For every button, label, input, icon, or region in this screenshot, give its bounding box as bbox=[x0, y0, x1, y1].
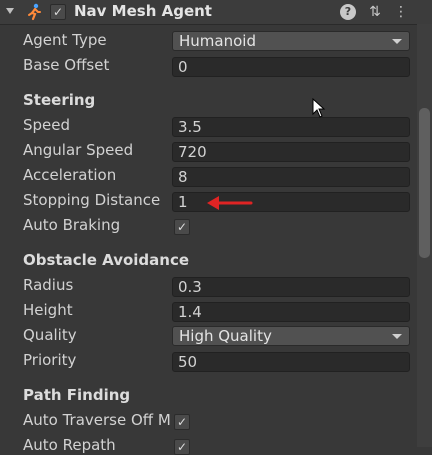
foldout-arrow-icon[interactable] bbox=[6, 8, 14, 14]
acceleration-field[interactable]: 8 bbox=[172, 167, 410, 187]
help-icon[interactable]: ? bbox=[340, 4, 356, 20]
red-arrow-annotation bbox=[207, 196, 253, 210]
agent-type-dropdown[interactable]: Humanoid bbox=[172, 31, 410, 51]
quality-label: Quality bbox=[23, 326, 77, 344]
obstacle-avoidance-header: Obstacle Avoidance bbox=[23, 251, 190, 269]
component-header[interactable]: ✓ Nav Mesh Agent ? ⇅ ⋮ bbox=[0, 0, 432, 25]
height-field[interactable]: 1.4 bbox=[172, 302, 410, 322]
agent-type-label: Agent Type bbox=[23, 31, 107, 49]
angular-speed-label: Angular Speed bbox=[23, 141, 134, 159]
component-enabled-checkbox[interactable]: ✓ bbox=[50, 4, 66, 20]
path-finding-header: Path Finding bbox=[23, 386, 131, 404]
dropdown-arrow-icon bbox=[392, 334, 402, 339]
scrollbar-thumb[interactable] bbox=[419, 108, 430, 258]
mouse-cursor-icon bbox=[312, 98, 326, 118]
radius-label: Radius bbox=[23, 276, 74, 294]
height-label: Height bbox=[23, 301, 73, 319]
radius-field[interactable]: 0.3 bbox=[172, 277, 410, 297]
quality-value: High Quality bbox=[179, 327, 272, 345]
auto-repath-checkbox[interactable]: ✓ bbox=[174, 439, 190, 455]
context-menu-icon[interactable]: ⋮ bbox=[392, 3, 410, 21]
presets-icon[interactable]: ⇅ bbox=[366, 3, 384, 21]
auto-braking-checkbox[interactable]: ✓ bbox=[174, 219, 190, 235]
steering-header: Steering bbox=[23, 91, 96, 109]
priority-field[interactable]: 50 bbox=[172, 352, 410, 372]
dropdown-arrow-icon bbox=[392, 39, 402, 44]
quality-dropdown[interactable]: High Quality bbox=[172, 326, 410, 346]
acceleration-label: Acceleration bbox=[23, 166, 117, 184]
auto-braking-label: Auto Braking bbox=[23, 216, 121, 234]
agent-type-value: Humanoid bbox=[179, 32, 256, 50]
angular-speed-field[interactable]: 720 bbox=[172, 142, 410, 162]
speed-label: Speed bbox=[23, 116, 71, 134]
stopping-distance-label: Stopping Distance bbox=[23, 191, 161, 209]
component-title: Nav Mesh Agent bbox=[74, 2, 212, 20]
speed-field[interactable]: 3.5 bbox=[172, 117, 410, 137]
priority-label: Priority bbox=[23, 351, 77, 369]
nav-mesh-agent-icon bbox=[28, 3, 41, 21]
auto-traverse-checkbox[interactable]: ✓ bbox=[174, 414, 190, 430]
auto-repath-label: Auto Repath bbox=[23, 436, 116, 454]
base-offset-field[interactable]: 0 bbox=[172, 57, 410, 77]
base-offset-label: Base Offset bbox=[23, 56, 110, 74]
auto-traverse-label: Auto Traverse Off M bbox=[23, 411, 171, 429]
